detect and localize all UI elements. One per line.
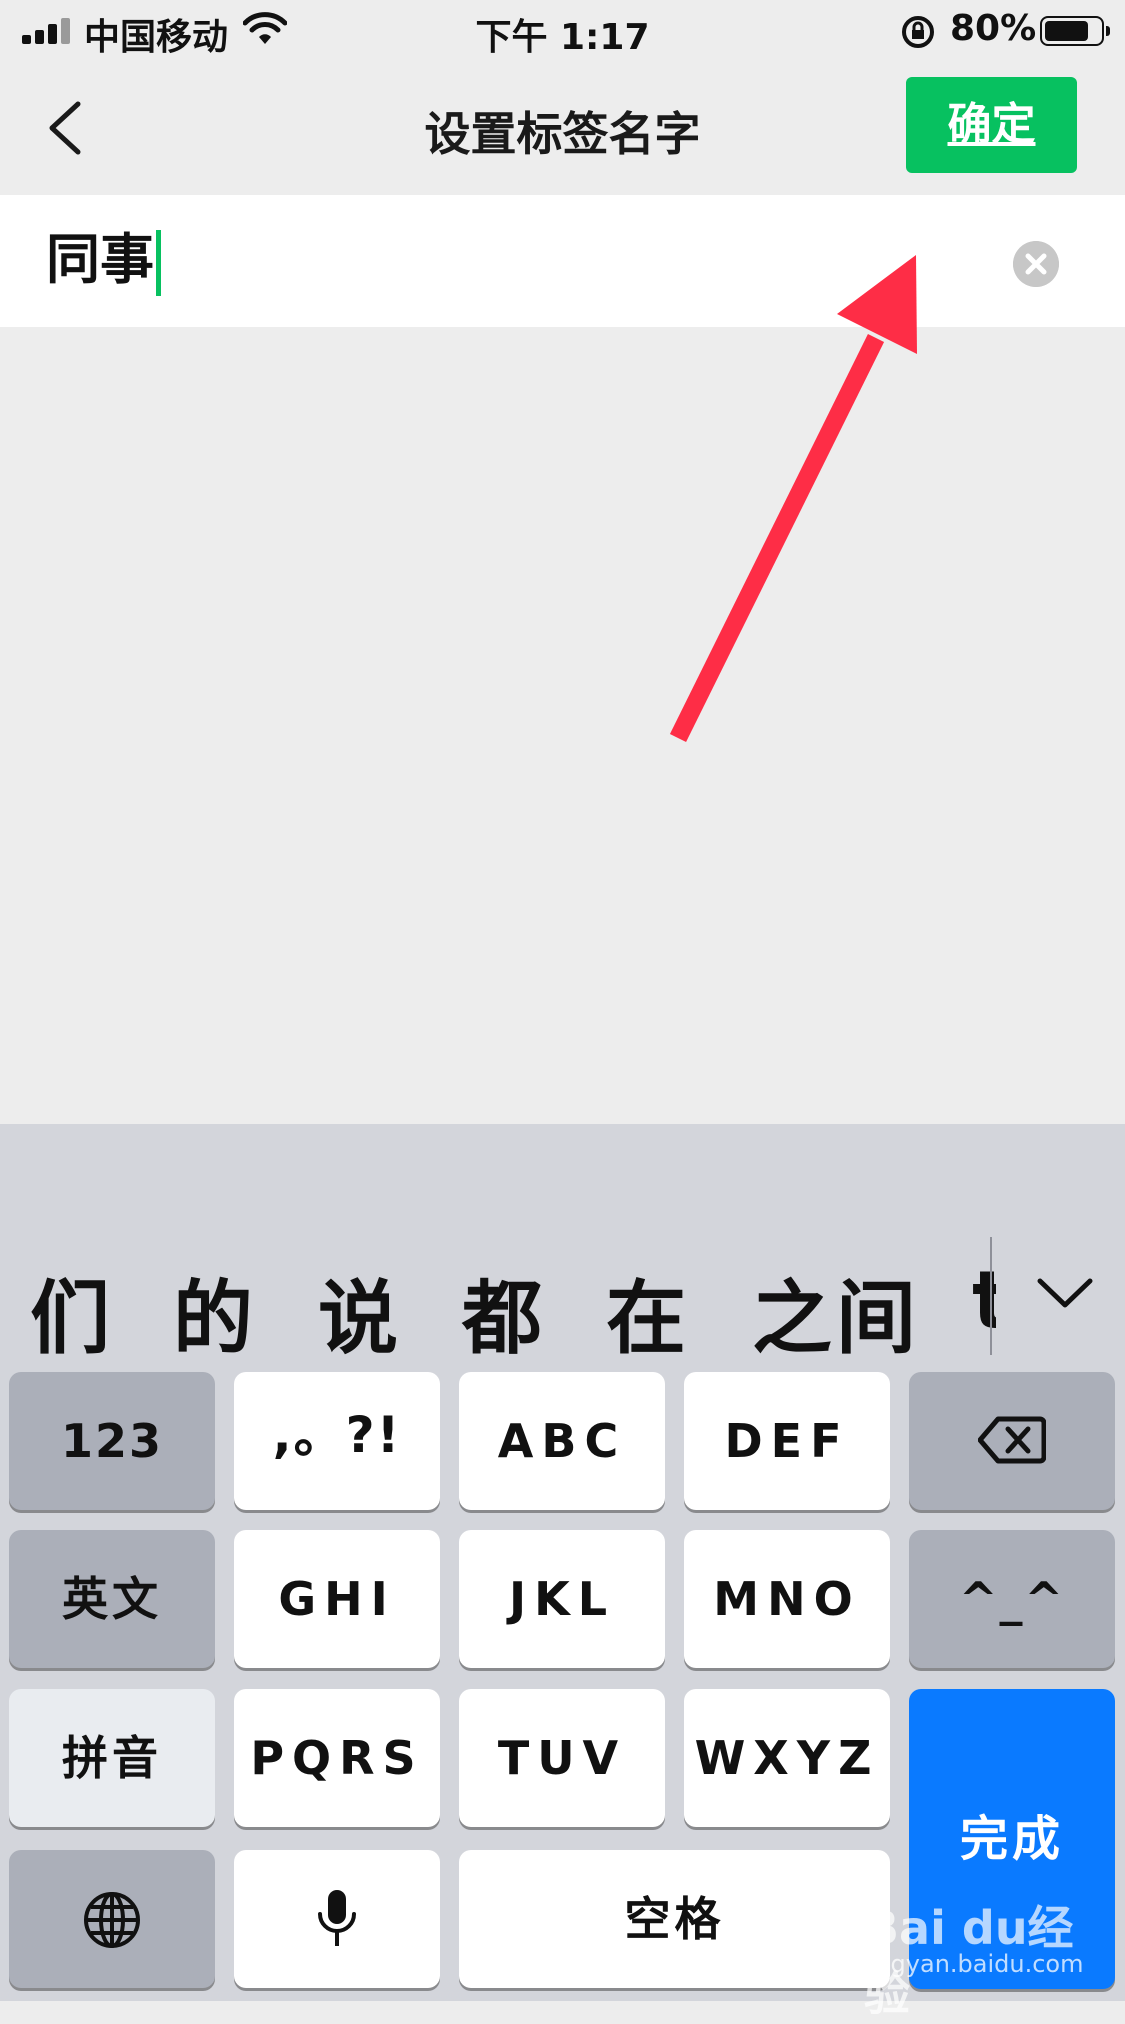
baidu-jingyan-watermark: Bai du经验 jingyan.baidu.com [858, 1878, 1098, 2021]
space-key[interactable]: 空格 [459, 1850, 890, 1988]
candidate-word[interactable]: 之间 [752, 1254, 920, 1370]
tag-name-value: 同事 [46, 228, 154, 291]
globe-icon [84, 1892, 140, 1948]
battery-icon [1040, 16, 1110, 46]
candidate-word[interactable]: 的 [173, 1254, 257, 1370]
tag-name-field[interactable]: 同事 [0, 195, 1125, 327]
candidate-bar: 们 的 说 都 在 之间 t [0, 1124, 1125, 1365]
candidate-word[interactable]: 在 [606, 1254, 690, 1370]
pqrs-key[interactable]: PQRS [234, 1689, 440, 1827]
navigation-bar: 设置标签名字 确定 [0, 62, 1125, 195]
def-key[interactable]: DEF [684, 1372, 890, 1510]
tag-name-input[interactable]: 同事 [46, 225, 161, 297]
microphone-key[interactable] [234, 1850, 440, 1988]
tuv-key[interactable]: TUV [459, 1689, 665, 1827]
battery-level-fill [1045, 21, 1088, 41]
globe-key[interactable] [9, 1850, 215, 1988]
candidate-word[interactable]: 们 [30, 1254, 114, 1370]
wxyz-key[interactable]: WXYZ [684, 1689, 890, 1827]
english-switch-key[interactable]: 英文 [9, 1530, 215, 1668]
punctuation-key[interactable]: ,。?! [234, 1372, 440, 1510]
chevron-down-icon[interactable] [1030, 1259, 1100, 1329]
candidate-word[interactable]: 都 [462, 1254, 546, 1370]
jkl-key[interactable]: JKL [459, 1530, 665, 1668]
mno-key[interactable]: MNO [684, 1530, 890, 1668]
text-cursor [156, 230, 161, 297]
numbers-key[interactable]: 123 [9, 1372, 215, 1510]
delete-key[interactable] [909, 1372, 1115, 1510]
ghi-key[interactable]: GHI [234, 1530, 440, 1668]
clear-icon[interactable] [1013, 241, 1059, 287]
abc-key[interactable]: ABC [459, 1372, 665, 1510]
status-bar: 中国移动 下午 1:17 80% [0, 0, 1125, 62]
pinyin-key[interactable]: 拼音 [9, 1689, 215, 1827]
candidate-word[interactable]: 说 [318, 1254, 402, 1370]
candidate-divider [990, 1237, 992, 1355]
emoticon-key[interactable]: ^_^ [909, 1530, 1115, 1668]
watermark-url: jingyan.baidu.com [862, 1950, 1084, 1978]
confirm-button[interactable]: 确定 [906, 77, 1077, 173]
battery-percent: 80% [950, 8, 1037, 49]
pinyin-keyboard: 们 的 说 都 在 之间 t 123 ,。?! ABC DEF 英文 GHI J… [0, 1124, 1125, 2001]
orientation-lock-icon [902, 16, 934, 48]
candidate-word[interactable]: t [972, 1254, 996, 1364]
microphone-icon [318, 1890, 356, 1946]
backspace-icon [977, 1416, 1047, 1464]
